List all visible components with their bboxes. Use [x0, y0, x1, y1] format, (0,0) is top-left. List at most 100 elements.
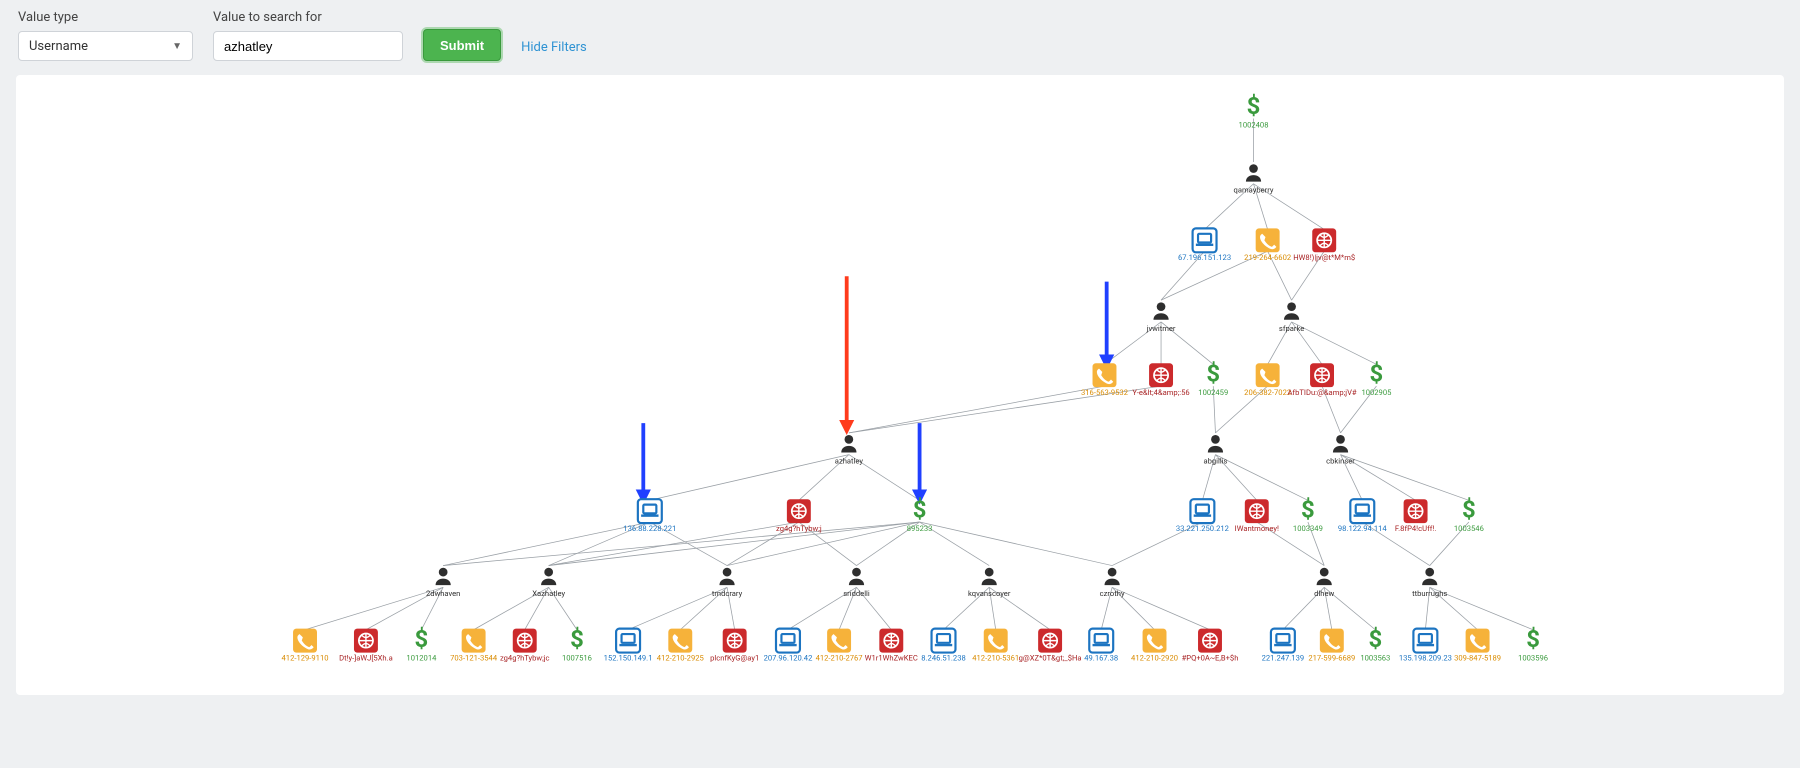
- graph-node[interactable]: azhatley: [835, 435, 864, 465]
- graph-node[interactable]: 67.196.151.123: [1178, 228, 1231, 262]
- orange-icon: [462, 629, 486, 653]
- graph-node[interactable]: Xazhatley: [532, 568, 565, 598]
- graph-node[interactable]: abgillis: [1203, 435, 1227, 465]
- graph-node[interactable]: 219-264-6602: [1244, 228, 1291, 262]
- orange-icon: [293, 629, 317, 653]
- graph-node[interactable]: sriddelli: [843, 568, 870, 598]
- graph-node[interactable]: Y-e&lt;4&amp;:56: [1132, 363, 1189, 397]
- value-type-group: Value type Username ▼: [18, 10, 193, 61]
- graph-node[interactable]: 412-210-5361: [972, 629, 1019, 663]
- node-label: jvwitmer: [1146, 324, 1176, 333]
- graph-node[interactable]: 8.246.51.238: [921, 629, 966, 663]
- graph-node[interactable]: F.8fP4!cUff!.: [1395, 499, 1436, 533]
- search-input[interactable]: [213, 31, 403, 61]
- red-icon: [1149, 363, 1173, 387]
- graph-edge: [549, 522, 920, 566]
- graph-node[interactable]: W1r1WhZwKEC: [865, 629, 918, 663]
- node-label: zg4g?hTybw;jc: [500, 653, 550, 662]
- graph-node[interactable]: ttburrughs: [1412, 568, 1447, 598]
- graph-node[interactable]: dlhew: [1314, 568, 1334, 598]
- graph-node[interactable]: 1003349: [1293, 496, 1323, 533]
- orange-icon: [1143, 629, 1167, 653]
- relationship-graph[interactable]: $ 1002408qamayberry67.196.151.123219-264…: [16, 75, 1784, 695]
- graph-node[interactable]: 33.221.250.212: [1176, 499, 1229, 533]
- graph-node[interactable]: 412-210-2920: [1131, 629, 1178, 663]
- black-icon: [541, 568, 556, 585]
- value-type-select[interactable]: Username ▼: [18, 31, 193, 61]
- graph-node[interactable]: 1012014: [406, 625, 437, 662]
- search-label: Value to search for: [213, 10, 403, 25]
- graph-node[interactable]: cbkinser: [1326, 435, 1355, 465]
- graph-node[interactable]: g@XZ*0T&gt;_$Ha: [1019, 629, 1082, 663]
- graph-node[interactable]: AfbTIDu:@&amp;jV#: [1287, 363, 1356, 397]
- black-icon: [849, 568, 864, 585]
- graph-node[interactable]: 1003563: [1360, 625, 1390, 662]
- graph-node[interactable]: 895233: [907, 496, 933, 533]
- graph-node[interactable]: 207.96.120.42: [764, 629, 813, 663]
- graph-node[interactable]: 1007516: [562, 625, 592, 662]
- node-label: 67.196.151.123: [1178, 253, 1231, 262]
- graph-node[interactable]: sfparke: [1279, 302, 1304, 332]
- node-label: tmdcrary: [712, 589, 743, 598]
- blue-icon: [1190, 499, 1214, 523]
- graph-node[interactable]: 221.247.139: [1262, 629, 1305, 663]
- graph-node[interactable]: IWantmoney!: [1235, 499, 1279, 533]
- red-icon: [787, 499, 811, 523]
- node-label: qamayberry: [1234, 186, 1274, 195]
- node-label: 309-847-5189: [1454, 653, 1501, 662]
- blue-icon: [616, 629, 640, 653]
- graph-node[interactable]: tmdcrary: [712, 568, 743, 598]
- orange-icon: [668, 629, 692, 653]
- node-label: kqvanscoyer: [968, 589, 1011, 598]
- green-icon: [1370, 360, 1384, 388]
- node-label: 1003563: [1360, 653, 1390, 662]
- graph-node[interactable]: qamayberry: [1234, 164, 1274, 194]
- graph-node[interactable]: 309-847-5189: [1454, 629, 1501, 663]
- graph-node[interactable]: 2dwhaven: [426, 568, 460, 598]
- graph-node[interactable]: Dt!y-]aWJ[5Xh.a: [339, 629, 393, 663]
- graph-node[interactable]: 412-129-9110: [282, 629, 329, 663]
- node-label: Xazhatley: [532, 589, 565, 598]
- graph-node[interactable]: zg4g?hTybw;j: [776, 499, 822, 533]
- graph-node[interactable]: 152.150.149.1: [604, 629, 653, 663]
- graph-node[interactable]: 49.167.38: [1084, 629, 1118, 663]
- black-icon: [1284, 302, 1299, 319]
- graph-node[interactable]: 1002408: [1239, 92, 1269, 129]
- graph-node[interactable]: czrothy: [1100, 568, 1125, 598]
- graph-node[interactable]: kqvanscoyer: [968, 568, 1011, 598]
- graph-node[interactable]: 412-210-2925: [657, 629, 704, 663]
- node-label: F.8fP4!cUff!.: [1395, 524, 1436, 533]
- graph-node[interactable]: HW8!)|jv@t*M*m$: [1293, 228, 1355, 262]
- node-label: 217-599-6689: [1308, 653, 1355, 662]
- green-icon: [1206, 360, 1220, 388]
- graph-node[interactable]: 217-599-6689: [1308, 629, 1355, 663]
- red-icon: [1245, 499, 1269, 523]
- graph-node[interactable]: 316-563-9532: [1081, 363, 1128, 397]
- graph-node[interactable]: 703-121-3544: [450, 629, 498, 663]
- graph-node[interactable]: #PQ+0A~E,B+$h: [1182, 629, 1239, 663]
- graph-node[interactable]: 1002459: [1198, 360, 1228, 397]
- hide-filters-link[interactable]: Hide Filters: [521, 40, 587, 61]
- graph-node[interactable]: 136.88.228.221: [623, 499, 676, 533]
- node-label: 1007516: [562, 653, 592, 662]
- green-icon: [913, 496, 927, 524]
- black-icon: [1246, 164, 1261, 181]
- node-label: 703-121-3544: [450, 653, 498, 662]
- node-label: HW8!)|jv@t*M*m$: [1293, 253, 1355, 262]
- graph-node[interactable]: 1003596: [1518, 625, 1548, 662]
- submit-button[interactable]: Submit: [423, 29, 501, 61]
- graph-node[interactable]: 1003546: [1454, 496, 1484, 533]
- graph-node[interactable]: 206-382-7022: [1244, 363, 1291, 397]
- graph-node[interactable]: 98.122.94.114: [1338, 499, 1388, 533]
- graph-node[interactable]: 1002905: [1361, 360, 1391, 397]
- graph-node[interactable]: 135.198.209.23: [1399, 629, 1452, 663]
- node-label: 135.198.209.23: [1399, 653, 1452, 662]
- node-label: 1003596: [1518, 653, 1548, 662]
- graph-node[interactable]: plcnfKyG@ay1: [710, 629, 759, 663]
- node-label: 1002905: [1361, 388, 1391, 397]
- value-type-selected: Username: [29, 39, 88, 54]
- graph-node[interactable]: 412-210-2767: [816, 629, 863, 663]
- graph-node[interactable]: jvwitmer: [1146, 302, 1176, 332]
- graph-node[interactable]: zg4g?hTybw;jc: [500, 629, 550, 663]
- black-icon: [719, 568, 734, 585]
